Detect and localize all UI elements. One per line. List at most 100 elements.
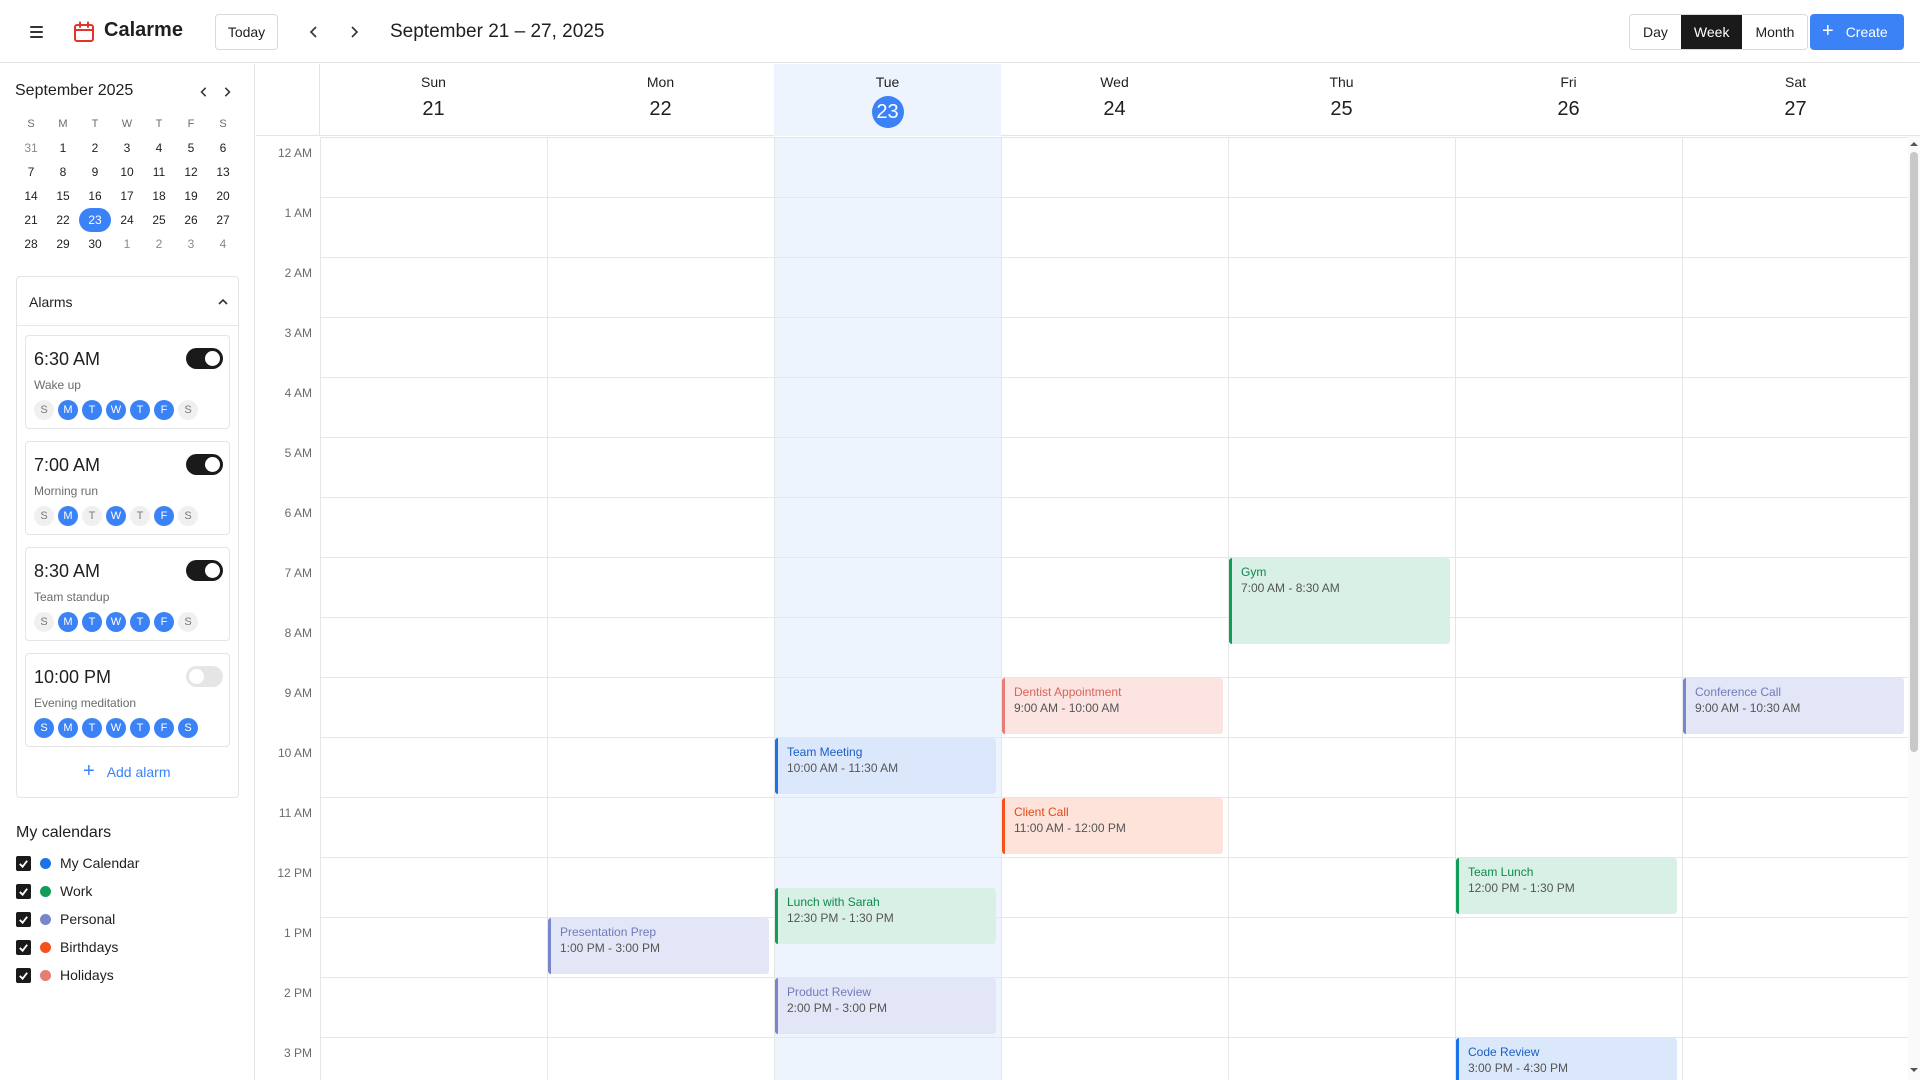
calendar-item[interactable]: Birthdays: [16, 938, 118, 956]
vertical-scrollbar[interactable]: [1908, 136, 1920, 1080]
alarm-day-chip[interactable]: T: [82, 612, 102, 632]
event-lunch-with-sarah[interactable]: Lunch with Sarah 12:30 PM - 1:30 PM: [775, 888, 996, 944]
week-grid[interactable]: 12 AM 1 AM 2 AM 3 AM 4 AM 5 AM 6 AM 7 AM 8 AM 9 A…: [256, 137, 1920, 1080]
event-code-review[interactable]: Code Review 3:00 PM - 4:30 PM: [1456, 1038, 1677, 1080]
alarm-day-chip[interactable]: M: [58, 506, 78, 526]
alarm-day-chip[interactable]: T: [82, 400, 102, 420]
scrollbar-thumb[interactable]: [1910, 152, 1918, 752]
day-header-fri[interactable]: Fri 26: [1455, 64, 1682, 136]
create-button[interactable]: + Create: [1810, 14, 1904, 50]
alarm-day-chip[interactable]: F: [154, 400, 174, 420]
mini-calendar-day[interactable]: 20: [207, 184, 239, 208]
alarm-card[interactable]: 8:30 AM Team standup S M T W T F S: [25, 547, 230, 641]
alarm-card[interactable]: 7:00 AM Morning run S M T W T F S: [25, 441, 230, 535]
day-header-wed[interactable]: Wed 24: [1001, 64, 1228, 136]
alarm-day-chip[interactable]: S: [178, 400, 198, 420]
today-button[interactable]: Today: [215, 14, 278, 50]
alarm-day-chip[interactable]: M: [58, 612, 78, 632]
mini-calendar-day[interactable]: 1: [111, 232, 143, 256]
alarm-day-chip[interactable]: S: [34, 612, 54, 632]
alarm-day-chip[interactable]: F: [154, 506, 174, 526]
day-header-sun[interactable]: Sun 21: [320, 64, 547, 136]
alarm-day-chip[interactable]: T: [130, 400, 150, 420]
mini-calendar-prev-button[interactable]: [194, 82, 214, 102]
calendar-checkbox[interactable]: [16, 883, 31, 899]
day-header-sat[interactable]: Sat 27: [1682, 64, 1909, 136]
mini-calendar-day[interactable]: 21: [15, 208, 47, 232]
alarm-card[interactable]: 10:00 PM Evening meditation S M T W T F S: [25, 653, 230, 747]
scroll-down-arrow-icon[interactable]: [1910, 1066, 1918, 1074]
alarm-toggle[interactable]: [186, 454, 223, 475]
mini-calendar-day[interactable]: 23: [79, 208, 111, 232]
view-day-button[interactable]: Day: [1630, 15, 1681, 49]
mini-calendar-day[interactable]: 26: [175, 208, 207, 232]
calendar-item[interactable]: Personal: [16, 910, 115, 928]
mini-calendar-day[interactable]: 4: [143, 136, 175, 160]
alarm-day-chip[interactable]: T: [130, 506, 150, 526]
mini-calendar-day[interactable]: 24: [111, 208, 143, 232]
alarms-collapse-button[interactable]: [213, 292, 233, 312]
alarm-day-chip[interactable]: T: [130, 612, 150, 632]
event-team-meeting[interactable]: Team Meeting 10:00 AM - 11:30 AM: [775, 738, 996, 794]
day-header-tue[interactable]: Tue 23: [774, 64, 1001, 136]
mini-calendar-day[interactable]: 19: [175, 184, 207, 208]
calendar-item[interactable]: Work: [16, 882, 92, 900]
alarm-day-chip[interactable]: S: [34, 400, 54, 420]
mini-calendar-day[interactable]: 18: [143, 184, 175, 208]
mini-calendar-day[interactable]: 7: [15, 160, 47, 184]
mini-calendar-day[interactable]: 31: [15, 136, 47, 160]
alarm-day-chip[interactable]: W: [106, 612, 126, 632]
mini-calendar-day[interactable]: 27: [207, 208, 239, 232]
view-month-button[interactable]: Month: [1742, 15, 1807, 49]
alarm-day-chip[interactable]: W: [106, 506, 126, 526]
mini-calendar-day[interactable]: 4: [207, 232, 239, 256]
event-team-lunch[interactable]: Team Lunch 12:00 PM - 1:30 PM: [1456, 858, 1677, 914]
day-header-mon[interactable]: Mon 22: [547, 64, 774, 136]
calendar-checkbox[interactable]: [16, 967, 31, 983]
calendar-item[interactable]: Holidays: [16, 966, 114, 984]
alarm-day-chip[interactable]: W: [106, 718, 126, 738]
mini-calendar-day[interactable]: 15: [47, 184, 79, 208]
alarm-day-chip[interactable]: S: [178, 612, 198, 632]
view-week-button[interactable]: Week: [1680, 15, 1743, 49]
calendar-item[interactable]: My Calendar: [16, 854, 139, 872]
alarm-day-chip[interactable]: F: [154, 718, 174, 738]
mini-calendar-day[interactable]: 3: [111, 136, 143, 160]
event-product-review[interactable]: Product Review 2:00 PM - 3:00 PM: [775, 978, 996, 1034]
alarm-toggle[interactable]: [186, 348, 223, 369]
mini-calendar-day[interactable]: 13: [207, 160, 239, 184]
scroll-up-arrow-icon[interactable]: [1910, 140, 1918, 148]
mini-calendar-day[interactable]: 9: [79, 160, 111, 184]
calendar-checkbox[interactable]: [16, 855, 31, 871]
mini-calendar-day[interactable]: 25: [143, 208, 175, 232]
mini-calendar-day[interactable]: 28: [15, 232, 47, 256]
event-presentation-prep[interactable]: Presentation Prep 1:00 PM - 3:00 PM: [548, 918, 769, 974]
menu-icon[interactable]: [22, 18, 50, 46]
event-dentist-appointment[interactable]: Dentist Appointment 9:00 AM - 10:00 AM: [1002, 678, 1223, 734]
mini-calendar-day[interactable]: 22: [47, 208, 79, 232]
mini-calendar-day[interactable]: 8: [47, 160, 79, 184]
alarm-day-chip[interactable]: S: [34, 718, 54, 738]
alarm-day-chip[interactable]: M: [58, 400, 78, 420]
mini-calendar-day[interactable]: 14: [15, 184, 47, 208]
alarm-toggle[interactable]: [186, 560, 223, 581]
next-week-button[interactable]: [340, 18, 368, 46]
mini-calendar-day[interactable]: 17: [111, 184, 143, 208]
event-gym[interactable]: Gym 7:00 AM - 8:30 AM: [1229, 558, 1450, 644]
add-alarm-button[interactable]: + Add alarm: [83, 761, 171, 781]
alarm-toggle[interactable]: [186, 666, 223, 687]
event-client-call[interactable]: Client Call 11:00 AM - 12:00 PM: [1002, 798, 1223, 854]
mini-calendar-day[interactable]: 11: [143, 160, 175, 184]
alarm-day-chip[interactable]: S: [34, 506, 54, 526]
calendar-checkbox[interactable]: [16, 939, 31, 955]
mini-calendar-day[interactable]: 3: [175, 232, 207, 256]
day-header-thu[interactable]: Thu 25: [1228, 64, 1455, 136]
mini-calendar-day[interactable]: 30: [79, 232, 111, 256]
mini-calendar-next-button[interactable]: [217, 82, 237, 102]
alarm-day-chip[interactable]: T: [82, 506, 102, 526]
alarm-day-chip[interactable]: S: [178, 506, 198, 526]
alarm-day-chip[interactable]: F: [154, 612, 174, 632]
mini-calendar-day[interactable]: 5: [175, 136, 207, 160]
mini-calendar-day[interactable]: 10: [111, 160, 143, 184]
mini-calendar-day[interactable]: 2: [143, 232, 175, 256]
